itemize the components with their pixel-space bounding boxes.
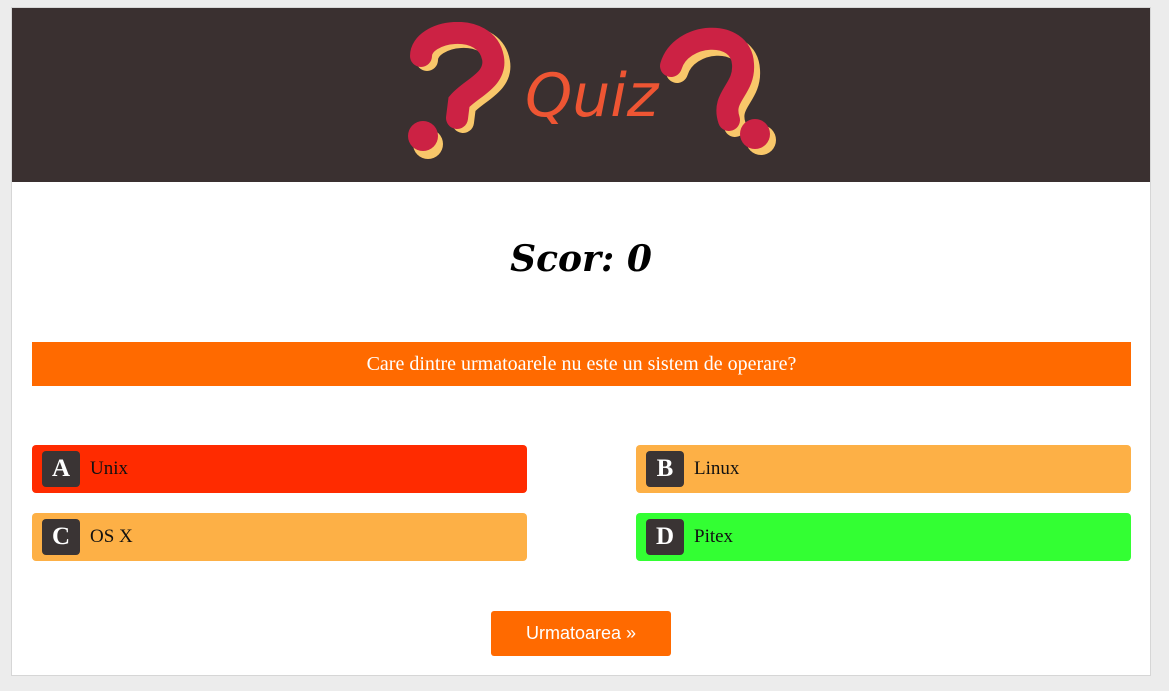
quiz-logo: Quiz — [397, 22, 777, 162]
answer-letter-badge: A — [42, 451, 80, 487]
answer-text: Unix — [90, 458, 128, 479]
question-banner: Care dintre urmatoarele nu este un siste… — [32, 342, 1131, 386]
answer-text: Pitex — [694, 526, 734, 547]
answer-option-c[interactable]: C OS X — [32, 513, 527, 561]
answer-letter-badge: C — [42, 519, 80, 555]
question-text: Care dintre urmatoarele nu este un siste… — [366, 352, 797, 375]
answer-letter-badge: B — [646, 451, 684, 487]
quiz-page: Quiz Scor: 0 Care dintre urmatoarele nu … — [11, 7, 1151, 676]
answer-text: OS X — [90, 526, 133, 547]
question-mark-icon: Quiz — [408, 22, 776, 159]
answer-letter-badge: D — [646, 519, 684, 555]
answer-option-d[interactable]: D Pitex — [636, 513, 1131, 561]
answer-option-a[interactable]: A Unix — [32, 445, 527, 493]
score-display: Scor: 0 — [510, 238, 652, 280]
logo-text: Quiz — [525, 61, 660, 131]
answer-option-b[interactable]: B Linux — [636, 445, 1131, 493]
answer-text: Linux — [694, 458, 740, 479]
next-question-button[interactable]: Urmatoarea » — [491, 611, 671, 656]
header: Quiz — [12, 8, 1150, 182]
